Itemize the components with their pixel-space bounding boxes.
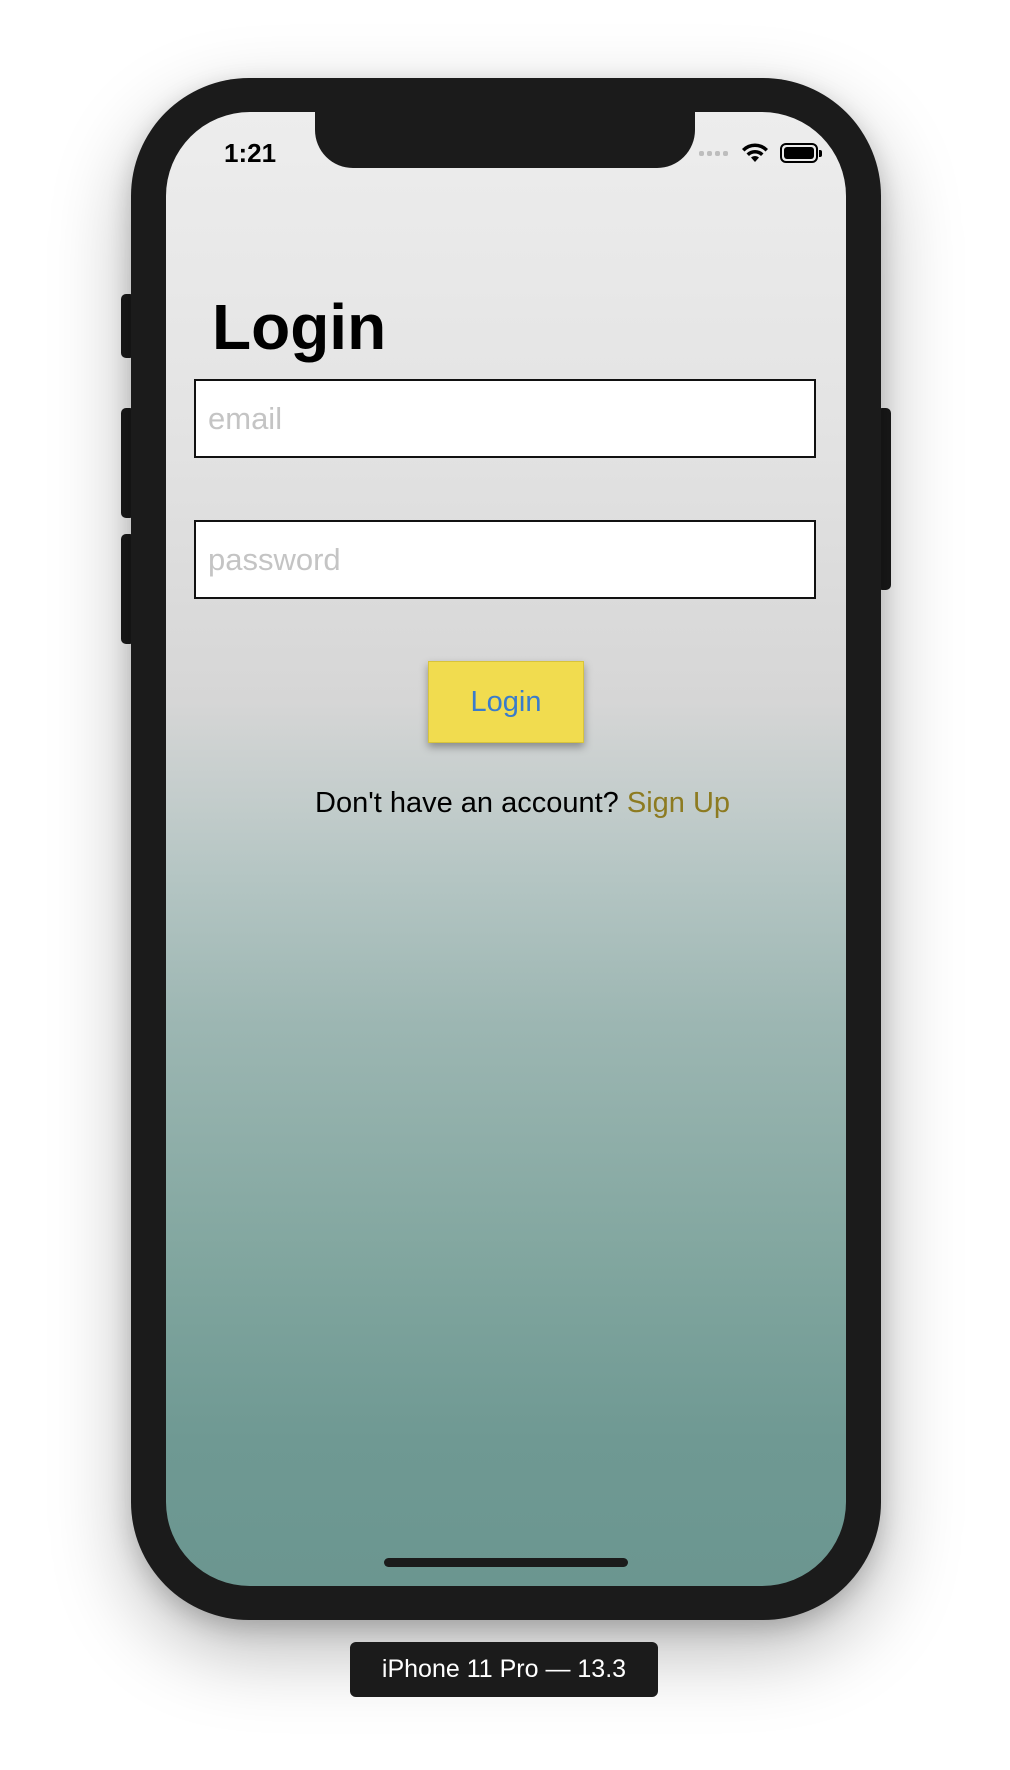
app-screen: 1:21 Login Login Don't have an account? … bbox=[166, 112, 846, 1586]
signup-prompt-row: Don't have an account? Sign Up bbox=[315, 787, 730, 820]
signup-link[interactable]: Sign Up bbox=[627, 787, 730, 819]
signup-prompt-text: Don't have an account? bbox=[315, 787, 619, 819]
cellular-signal-icon bbox=[699, 150, 728, 156]
simulator-stage: 1:21 Login Login Don't have an account? … bbox=[0, 0, 1010, 1770]
login-button[interactable]: Login bbox=[428, 661, 584, 743]
wifi-icon bbox=[742, 143, 768, 162]
password-field[interactable] bbox=[194, 520, 816, 599]
home-indicator[interactable] bbox=[384, 1558, 628, 1567]
battery-icon bbox=[780, 143, 822, 163]
page-title: Login bbox=[212, 291, 387, 363]
notch bbox=[315, 112, 695, 168]
status-time: 1:21 bbox=[224, 138, 277, 168]
status-indicators bbox=[699, 140, 822, 166]
email-field[interactable] bbox=[194, 379, 816, 458]
simulator-device-label: iPhone 11 Pro — 13.3 bbox=[350, 1642, 658, 1697]
